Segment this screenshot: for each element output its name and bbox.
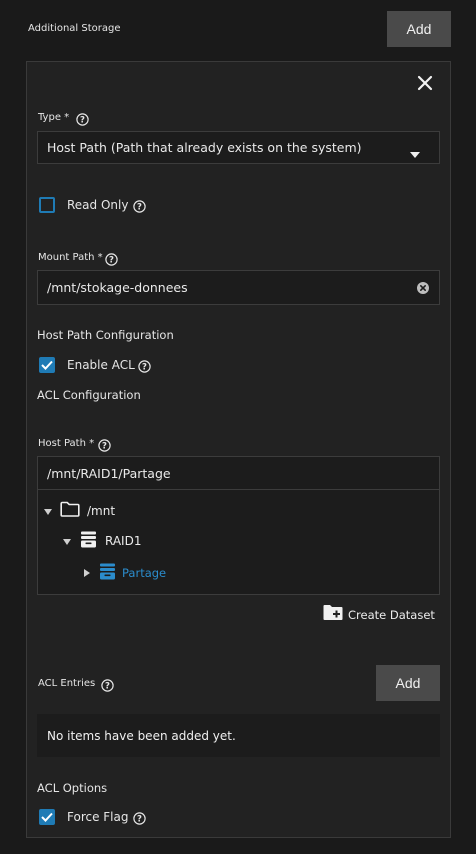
force-flag-checkbox[interactable] xyxy=(39,809,55,825)
tree-node-label: /mnt xyxy=(87,503,116,518)
create-dataset-label: Create Dataset xyxy=(348,607,435,622)
mount-path-input[interactable]: /mnt/stokage-donnees xyxy=(37,270,440,305)
host-path-value: /mnt/RAID1/Partage xyxy=(47,465,171,481)
acl-config-title: ACL Configuration xyxy=(37,388,141,402)
type-label: Type * xyxy=(38,112,70,123)
add-storage-button[interactable]: Add xyxy=(387,11,451,47)
expanded-arrow-icon[interactable] xyxy=(44,504,52,518)
help-icon[interactable]: ? xyxy=(105,251,118,266)
tree-node-label: Partage xyxy=(122,566,167,580)
host-path-label: Host Path * xyxy=(38,438,95,449)
check-icon xyxy=(41,360,53,370)
svg-text:?: ? xyxy=(105,682,110,692)
read-only-label: Read Only xyxy=(67,198,129,212)
host-path-input[interactable]: /mnt/RAID1/Partage xyxy=(37,456,440,490)
help-icon[interactable]: ? xyxy=(133,810,146,825)
dataset-icon xyxy=(99,563,116,583)
host-path-config-title: Host Path Configuration xyxy=(37,328,174,342)
empty-state-text: No items have been added yet. xyxy=(47,728,236,743)
svg-text:?: ? xyxy=(109,256,114,266)
tree-node-mnt[interactable]: /mnt xyxy=(44,501,115,520)
collapsed-arrow-icon[interactable] xyxy=(84,566,90,580)
chevron-down-icon xyxy=(410,146,420,161)
folder-tree: /mnt RAID1 Partage xyxy=(37,489,440,595)
svg-text:?: ? xyxy=(142,363,147,373)
tree-node-raid1[interactable]: RAID1 xyxy=(63,531,141,551)
acl-entries-empty-box: No items have been added yet. xyxy=(37,714,440,757)
check-icon xyxy=(41,812,53,822)
folder-plus-icon xyxy=(323,604,343,625)
mount-path-value: /mnt/stokage-donnees xyxy=(47,280,188,295)
enable-acl-checkbox[interactable] xyxy=(39,357,55,373)
help-icon[interactable]: ? xyxy=(98,437,111,452)
enable-acl-label: Enable ACL xyxy=(67,358,135,372)
section-title: Additional Storage xyxy=(28,23,121,34)
close-icon[interactable] xyxy=(416,74,434,92)
tree-node-label: RAID1 xyxy=(105,534,142,548)
mount-path-label: Mount Path * xyxy=(38,252,103,263)
create-dataset-button[interactable]: Create Dataset xyxy=(323,604,435,625)
acl-options-title: ACL Options xyxy=(37,781,108,795)
tree-node-partage[interactable]: Partage xyxy=(84,563,166,583)
acl-entries-label: ACL Entries xyxy=(38,678,96,689)
dataset-icon xyxy=(80,531,97,551)
svg-text:?: ? xyxy=(137,815,142,825)
expanded-arrow-icon[interactable] xyxy=(63,534,71,548)
folder-icon xyxy=(60,501,80,520)
type-select-value: Host Path (Path that already exists on t… xyxy=(47,140,362,155)
svg-text:?: ? xyxy=(102,442,107,452)
add-acl-entry-button[interactable]: Add xyxy=(376,665,440,701)
help-icon[interactable]: ? xyxy=(76,111,89,126)
help-icon[interactable]: ? xyxy=(133,198,146,213)
clear-icon[interactable] xyxy=(417,282,429,297)
help-icon[interactable]: ? xyxy=(101,677,114,692)
svg-text:?: ? xyxy=(80,116,85,126)
help-icon[interactable]: ? xyxy=(138,358,151,373)
svg-text:?: ? xyxy=(137,203,142,213)
read-only-checkbox[interactable] xyxy=(39,197,55,213)
force-flag-label: Force Flag xyxy=(67,810,129,824)
type-select[interactable]: Host Path (Path that already exists on t… xyxy=(37,131,440,164)
